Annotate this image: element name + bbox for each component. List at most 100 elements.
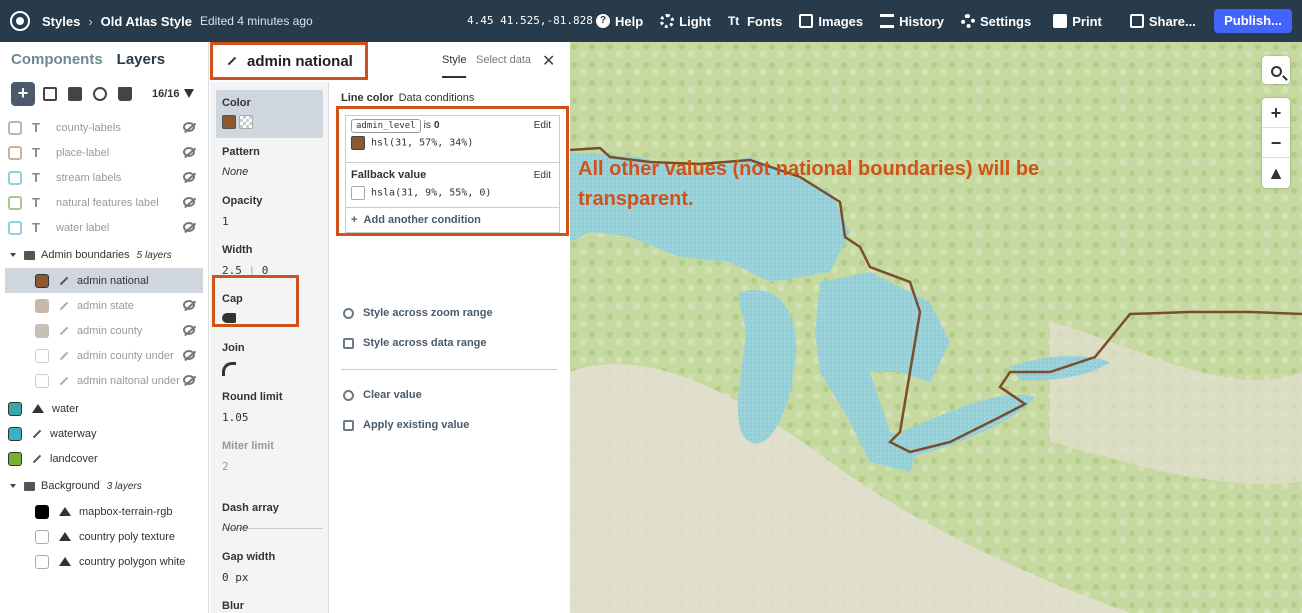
group-admin-boundaries[interactable]: Admin boundaries 5 layers xyxy=(10,244,172,266)
prop-color[interactable]: Color xyxy=(216,90,323,138)
sun-icon xyxy=(660,14,675,28)
layer-natural-features-label[interactable]: T natural features label xyxy=(5,190,203,215)
prop-value: 1.05 xyxy=(222,411,249,424)
hidden-eye-icon[interactable] xyxy=(183,122,195,132)
style-name[interactable]: Old Atlas Style xyxy=(101,14,192,29)
layer-admin-county[interactable]: admin county xyxy=(5,318,203,343)
history-button[interactable]: History xyxy=(880,14,944,29)
settings-button[interactable]: Settings xyxy=(960,14,1031,29)
zoom-out-button[interactable]: − xyxy=(1262,128,1290,158)
tab-components[interactable]: Components xyxy=(11,51,103,68)
hidden-eye-icon[interactable] xyxy=(183,325,195,335)
prop-opacity[interactable]: Opacity 1 xyxy=(216,195,323,228)
prop-round-limit[interactable]: Round limit 1.05 xyxy=(216,391,323,424)
layer-label: waterway xyxy=(50,427,97,440)
condition-row[interactable]: admin_level is 0 Edit hsl(31, 57%, 34%) xyxy=(346,116,559,160)
hidden-eye-icon[interactable] xyxy=(183,172,195,182)
layer-admin-naitonal-under[interactable]: admin naitonal under xyxy=(5,368,203,393)
clear-value-button[interactable]: Clear value xyxy=(343,389,422,401)
hidden-eye-icon[interactable] xyxy=(183,222,195,232)
share-icon xyxy=(1129,14,1144,28)
chevron-down-icon[interactable] xyxy=(10,484,16,488)
prop-gap-width[interactable]: Gap width 0 px xyxy=(216,551,323,584)
search-icon xyxy=(1270,66,1282,77)
prop-pattern[interactable]: Pattern None xyxy=(216,146,323,178)
layer-title: admin national xyxy=(210,42,368,80)
condition-color-swatch[interactable] xyxy=(351,136,365,150)
layer-county-labels[interactable]: T county-labels xyxy=(5,115,203,140)
fallback-row[interactable]: Fallback value Edit hsla(31, 9%, 55%, 0) xyxy=(346,162,559,206)
history-icon xyxy=(880,14,895,28)
top-bar: Styles › Old Atlas Style Edited 4 minute… xyxy=(0,0,1302,42)
add-layer-button[interactable]: + xyxy=(11,82,35,106)
layer-swatch xyxy=(8,220,22,235)
layer-label: landcover xyxy=(50,452,98,465)
filter-icon[interactable] xyxy=(184,89,194,98)
add-condition-button[interactable]: + Add another condition xyxy=(346,207,559,233)
tab-layers[interactable]: Layers xyxy=(117,51,165,68)
map-canvas[interactable]: All other values (not national boundarie… xyxy=(570,42,1302,613)
trash-icon[interactable] xyxy=(118,87,132,101)
layer-stream-labels[interactable]: T stream labels xyxy=(5,165,203,190)
style-zoom-button[interactable]: Style across zoom range xyxy=(343,307,493,319)
prop-miter-limit[interactable]: Miter limit 2 xyxy=(216,440,323,473)
style-data-button[interactable]: Style across data range xyxy=(343,337,487,349)
layer-label: admin national xyxy=(77,274,149,287)
images-button[interactable]: Images xyxy=(799,14,863,29)
breadcrumb-styles[interactable]: Styles xyxy=(42,14,80,29)
prop-dash-array[interactable]: Dash array None xyxy=(216,502,323,534)
publish-button[interactable]: Publish... xyxy=(1214,9,1292,33)
group-icon[interactable] xyxy=(68,87,82,101)
duplicate-icon[interactable] xyxy=(43,87,57,101)
light-button[interactable]: Light xyxy=(660,14,711,29)
share-button[interactable]: Share... xyxy=(1129,14,1196,29)
layer-admin-county-under[interactable]: admin county under xyxy=(5,343,203,368)
layer-country-polygon-white[interactable]: country polygon white xyxy=(5,549,203,574)
layer-swatch xyxy=(8,145,22,160)
tab-style[interactable]: Style xyxy=(442,54,467,78)
help-button[interactable]: ? Help xyxy=(596,14,643,29)
layer-label: county-labels xyxy=(56,121,121,134)
print-button[interactable]: Print xyxy=(1053,14,1102,29)
prop-join[interactable]: Join xyxy=(216,342,323,376)
search-button[interactable] xyxy=(1262,56,1290,84)
condition-operator: is xyxy=(423,120,431,131)
chevron-down-icon[interactable] xyxy=(10,253,16,257)
layer-landcover[interactable]: landcover xyxy=(5,446,203,471)
group-count: 5 layers xyxy=(136,249,172,261)
layers-panel: Components Layers + 16/16 T county-label… xyxy=(0,42,209,613)
prop-blur[interactable]: Blur xyxy=(216,600,323,612)
line-layer-icon xyxy=(32,454,42,463)
layer-water[interactable]: water xyxy=(5,396,203,421)
visibility-icon[interactable] xyxy=(93,87,107,101)
fallback-color-swatch[interactable] xyxy=(351,186,365,200)
hidden-eye-icon[interactable] xyxy=(183,375,195,385)
tab-select-data[interactable]: Select data xyxy=(476,54,531,66)
edit-fallback-button[interactable]: Edit xyxy=(534,170,551,181)
layer-count: 16/16 xyxy=(152,88,180,100)
symbol-layer-icon: T xyxy=(32,145,40,160)
layer-admin-national[interactable]: admin national xyxy=(5,268,203,293)
layer-water-label[interactable]: T water label xyxy=(5,215,203,240)
fonts-button[interactable]: Tt Fonts xyxy=(728,14,782,29)
hidden-eye-icon[interactable] xyxy=(183,350,195,360)
zoom-in-button[interactable]: + xyxy=(1262,98,1290,128)
hidden-eye-icon[interactable] xyxy=(183,147,195,157)
layer-admin-state[interactable]: admin state xyxy=(5,293,203,318)
prop-width[interactable]: Width 2.5 | 0 xyxy=(216,244,323,277)
compass-button[interactable]: ▲ xyxy=(1262,158,1290,188)
hidden-eye-icon[interactable] xyxy=(183,197,195,207)
hidden-eye-icon[interactable] xyxy=(183,300,195,310)
layer-place-label[interactable]: T place-label xyxy=(5,140,203,165)
layer-country-poly-texture[interactable]: country poly texture xyxy=(5,524,203,549)
conditions-highlight: admin_level is 0 Edit hsl(31, 57%, 34%) … xyxy=(336,106,569,236)
map-coordinates: 4.45 41.525,-81.828 xyxy=(467,14,593,27)
close-icon[interactable]: ✕ xyxy=(542,51,555,71)
edit-condition-button[interactable]: Edit xyxy=(534,120,551,131)
layer-waterway[interactable]: waterway xyxy=(5,421,203,446)
apply-existing-button[interactable]: Apply existing value xyxy=(343,419,469,431)
layer-mapbox-terrain-rgb[interactable]: mapbox-terrain-rgb xyxy=(5,499,203,524)
group-background[interactable]: Background 3 layers xyxy=(10,475,142,497)
prop-value: 0 px xyxy=(222,571,249,584)
mapbox-logo-icon[interactable] xyxy=(10,11,30,31)
